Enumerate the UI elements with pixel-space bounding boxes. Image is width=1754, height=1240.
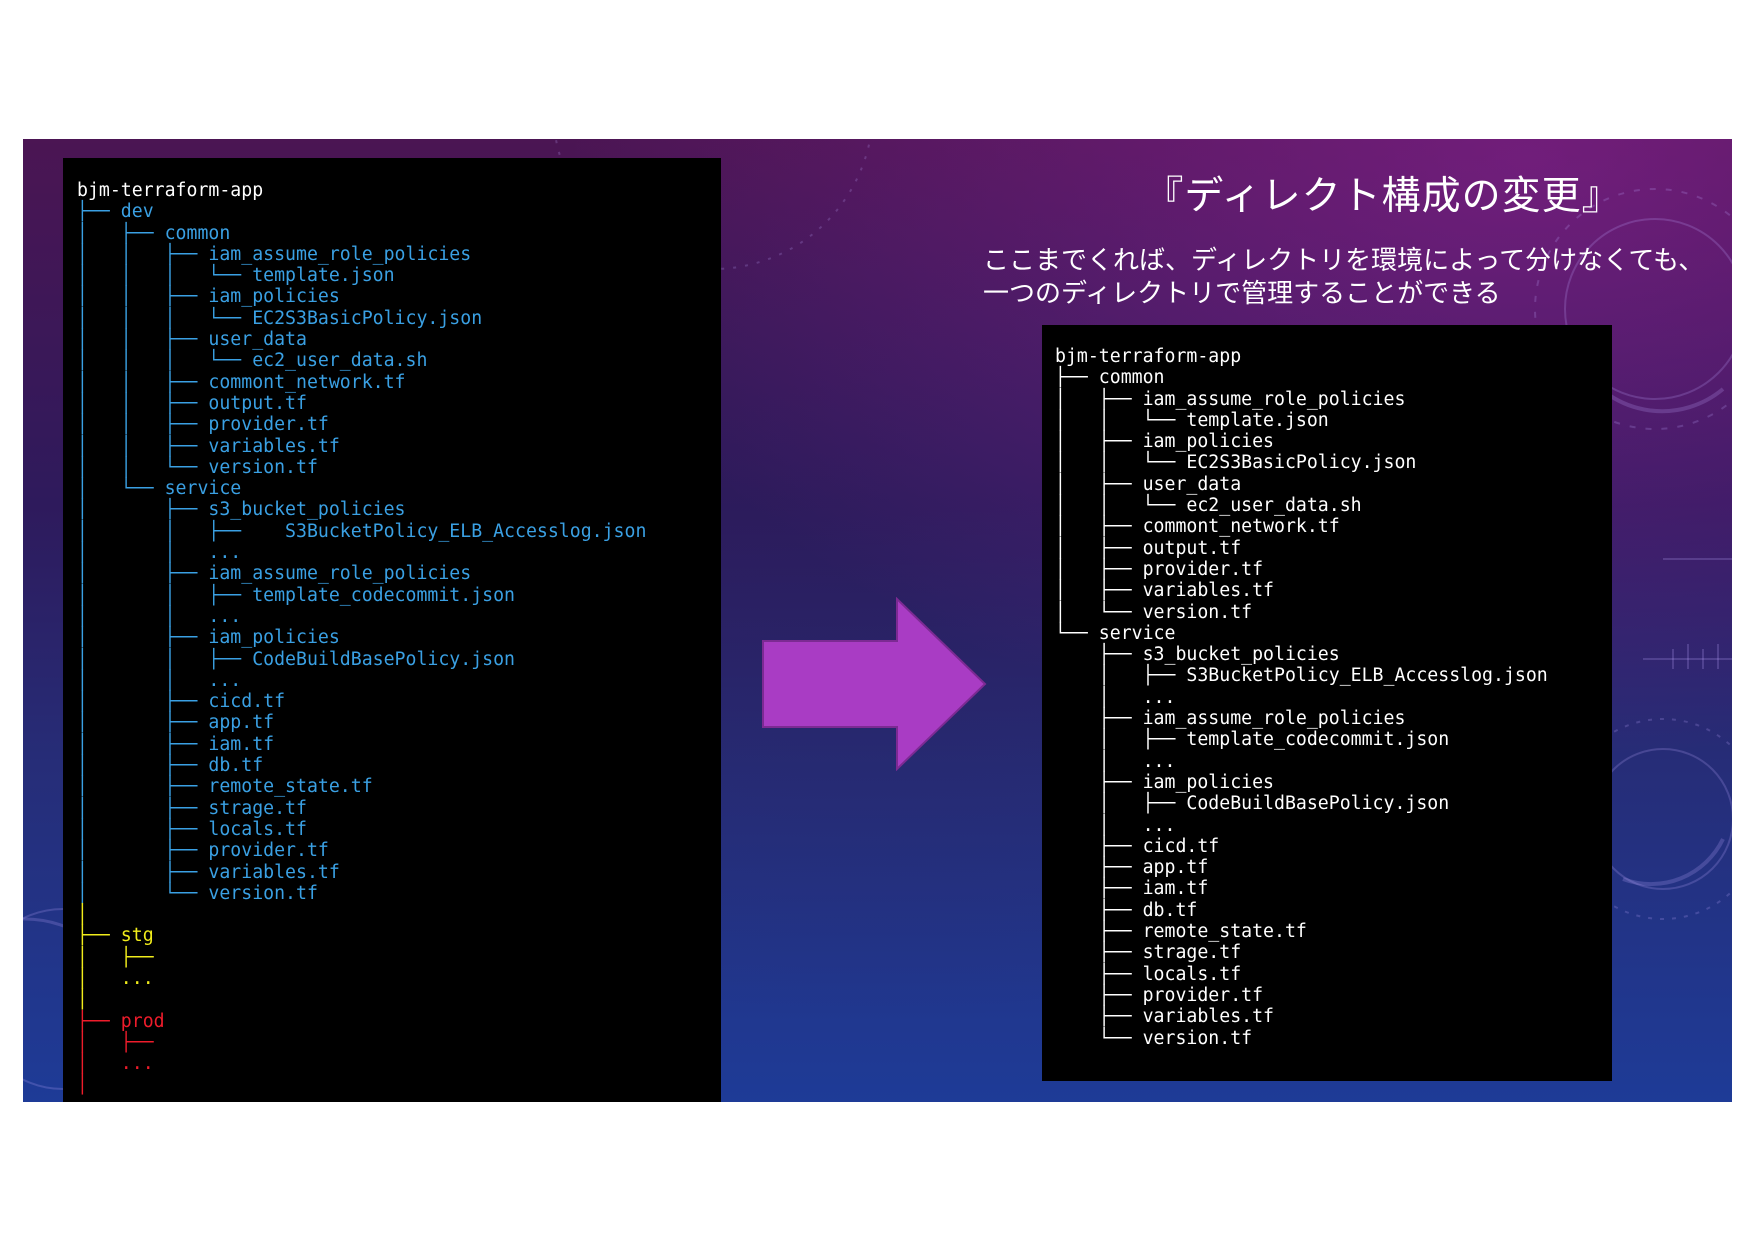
tree-line: ├── app.tf xyxy=(1055,857,1209,879)
tree-line: │ │ ├── CodeBuildBasePolicy.json xyxy=(77,648,515,670)
tree-line: │ xyxy=(77,989,88,1011)
tree-line: ├── iam.tf xyxy=(1055,878,1209,900)
tree-line: ├── iam_policies xyxy=(1055,771,1274,793)
tree-line: │ │ ├── template_codecommit.json xyxy=(77,584,515,606)
tree-line: │ │ ├── commont_network.tf xyxy=(77,371,406,393)
tree-line: ├── prod xyxy=(77,1010,165,1032)
tree-line: │ ├── db.tf xyxy=(77,755,264,777)
tree-line: │ ├── strage.tf xyxy=(77,797,307,819)
tree-line: bjm-terraform-app xyxy=(1055,346,1242,367)
tree-line: ├── stg xyxy=(77,925,154,947)
tree-line: │ ├── template_codecommit.json xyxy=(1055,729,1450,751)
tree-line: │ │ └── ec2_user_data.sh xyxy=(1055,495,1362,517)
slide-description: ここまでくれば、ディレクトリを環境によって分けなくても、 一つのディレクトリで管… xyxy=(983,245,1723,311)
tree-line: │ │ │ └── ec2_user_data.sh xyxy=(77,350,428,372)
tree-line: │ ├── iam_assume_role_policies xyxy=(1055,388,1406,410)
tree-line: ├── dev xyxy=(77,201,154,223)
tree-line: │ ... xyxy=(1055,814,1176,836)
tree-line: │ │ ├── iam_assume_role_policies xyxy=(77,243,472,265)
tree-line: │ ... xyxy=(77,1053,154,1075)
tree-line: │ │ ├── variables.tf xyxy=(77,435,340,457)
tree-line: │ ├── app.tf xyxy=(77,712,275,734)
tree-line: │ │ ... xyxy=(77,542,242,564)
tree-line: │ ├── cicd.tf xyxy=(77,691,286,713)
tree-line: │ ├── common xyxy=(77,222,231,244)
tree-line: │ │ │ └── template.json xyxy=(77,265,395,287)
tree-line: │ ├── locals.tf xyxy=(77,818,307,840)
tree-line: ├── cicd.tf xyxy=(1055,835,1220,857)
tree-line: │ xyxy=(77,904,88,926)
tree-line: │ │ ├── output.tf xyxy=(77,392,307,414)
tree-line: │ └── version.tf xyxy=(1055,601,1253,623)
tree-line: │ │ ├── S3BucketPolicy_ELB_Accesslog.jso… xyxy=(77,520,647,542)
slide-title: 『ディレクト構成の変更』 xyxy=(1144,174,1622,219)
tree-line: │ ... xyxy=(77,967,154,989)
tree-line: ├── remote_state.tf xyxy=(1055,921,1307,943)
tree-line: ├── strage.tf xyxy=(1055,942,1242,964)
tree-line: │ ├── s3_bucket_policies xyxy=(77,499,406,521)
tree-line: │ ├── xyxy=(77,946,154,968)
tree-line: │ │ └── EC2S3BasicPolicy.json xyxy=(1055,452,1417,474)
tree-line: └── service xyxy=(1055,622,1176,644)
tree-line: │ ... xyxy=(1055,686,1176,708)
tree-line: │ │ ... xyxy=(77,605,242,627)
tree-line: ├── db.tf xyxy=(1055,899,1198,921)
tree-line: ├── iam_assume_role_policies xyxy=(1055,708,1406,730)
tree-line: │ ├── iam_policies xyxy=(77,627,340,649)
tree-line: │ └── version.tf xyxy=(77,882,318,904)
description-line-1: ここまでくれば、ディレクトリを環境によって分けなくても、 xyxy=(983,246,1705,276)
tree-line: │ │ ├── provider.tf xyxy=(77,414,329,436)
tree-line: ├── common xyxy=(1055,367,1165,389)
description-line-2: 一つのディレクトリで管理することができる xyxy=(983,279,1501,309)
tree-line: │ ├── CodeBuildBasePolicy.json xyxy=(1055,793,1450,815)
tree-line: │ ├── iam_policies xyxy=(1055,431,1274,453)
tree-line: │ │ └── version.tf xyxy=(77,456,318,478)
tree-line: ├── s3_bucket_policies xyxy=(1055,644,1340,666)
tree-line: │ ├── iam_assume_role_policies xyxy=(77,563,472,585)
tree-line: ├── provider.tf xyxy=(1055,984,1264,1006)
tree-line: │ │ │ └── EC2S3BasicPolicy.json xyxy=(77,307,483,329)
tree-line: bjm-terraform-app xyxy=(77,180,264,201)
tree-line: │ ├── remote_state.tf xyxy=(77,776,373,798)
tree-line: │ ├── commont_network.tf xyxy=(1055,516,1340,538)
tree-line: ├── locals.tf xyxy=(1055,963,1242,985)
tree-line: │ │ ├── user_data xyxy=(77,329,307,351)
terminal-tree-after: bjm-terraform-app ├── common │ ├── iam_ass… xyxy=(1042,325,1612,1081)
tree-line: └── version.tf xyxy=(1055,1027,1253,1049)
tree-line: │ ├── provider.tf xyxy=(1055,558,1264,580)
right-arrow-icon xyxy=(762,597,987,771)
tree-line: │ ├── provider.tf xyxy=(77,840,329,862)
tree-line: │ ├── iam.tf xyxy=(77,733,275,755)
tree-line: │ │ ... xyxy=(77,669,242,691)
tree-line: │ xyxy=(77,1074,88,1096)
slide-background: bjm-terraform-app ├── dev │ ├── common │ │ … xyxy=(23,139,1732,1102)
terminal-tree-before: bjm-terraform-app ├── dev │ ├── common │ │ … xyxy=(63,158,721,1102)
tree-line: │ ├── output.tf xyxy=(1055,537,1242,559)
tree-line: │ ├── xyxy=(77,1031,154,1053)
tree-line: │ ├── variables.tf xyxy=(77,861,340,883)
tree-line: │ ├── S3BucketPolicy_ELB_Accesslog.json xyxy=(1055,665,1548,687)
tree-line: │ ├── variables.tf xyxy=(1055,580,1274,602)
tree-line: │ │ ├── iam_policies xyxy=(77,286,340,308)
tree-line: ├── variables.tf xyxy=(1055,1006,1274,1028)
tree-line: │ └── service xyxy=(77,478,242,500)
tree-line: │ │ └── template.json xyxy=(1055,409,1329,431)
tree-line: │ ├── user_data xyxy=(1055,473,1242,495)
tree-line: │ ... xyxy=(1055,750,1176,772)
